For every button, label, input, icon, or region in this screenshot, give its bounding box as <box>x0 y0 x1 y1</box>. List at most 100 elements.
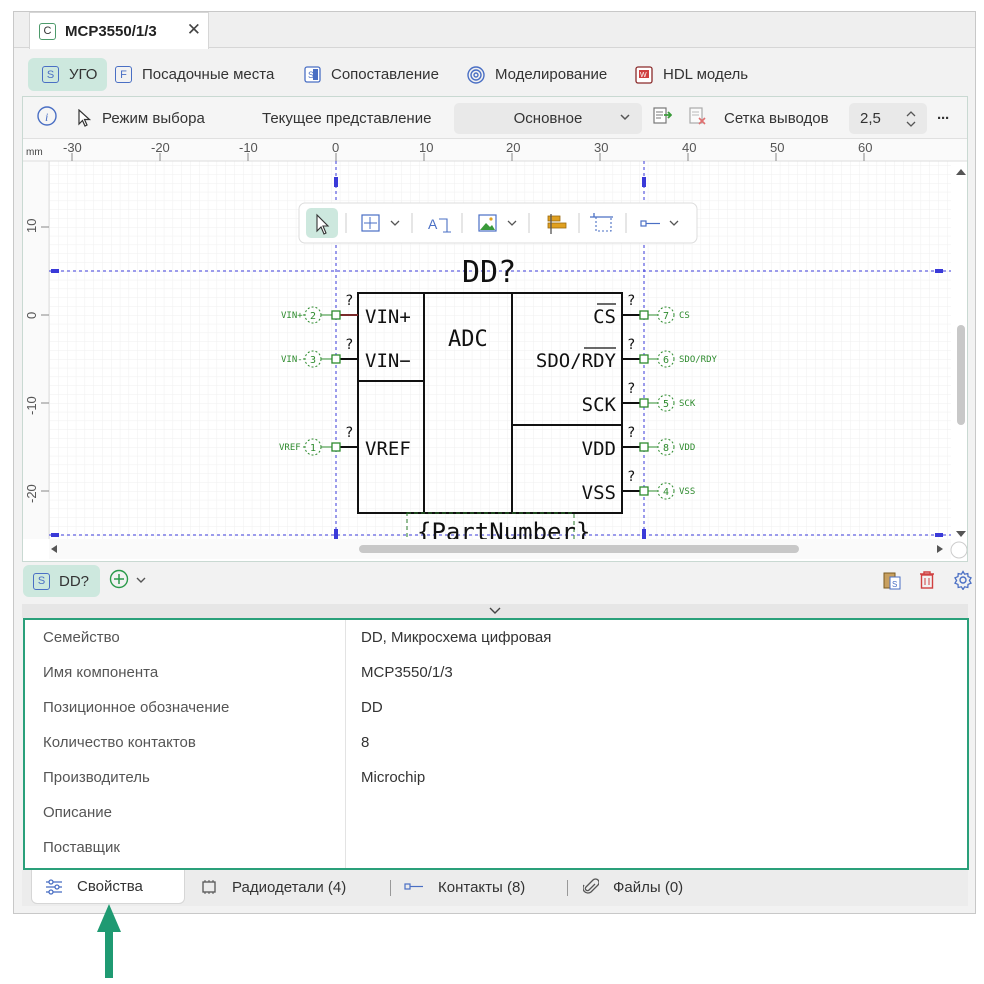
panel-collapse-handle[interactable] <box>22 604 968 618</box>
property-key: Описание <box>43 804 113 821</box>
pin-unknown-mark: ? <box>627 293 635 309</box>
current-view-value: Основное <box>513 110 583 127</box>
document-tab[interactable]: C MCP3550/1/3 ✕ <box>29 12 209 49</box>
property-row: Описание <box>25 795 967 830</box>
floating-toolbar: A <box>298 202 698 244</box>
tab-modeling[interactable]: Моделирование <box>467 58 607 91</box>
close-icon[interactable]: ✕ <box>187 21 201 38</box>
tab-footprints[interactable]: F Посадочные места <box>115 58 274 91</box>
pin-number: 2 <box>310 311 316 322</box>
property-key: Количество контактов <box>43 734 196 751</box>
drawing-canvas[interactable]: mm -30 -20 -10 0 10 20 30 40 50 60 10 0 … <box>23 139 967 561</box>
ruler-x-label: 40 <box>682 140 696 155</box>
property-value[interactable]: DD <box>361 699 383 716</box>
add-view-button[interactable] <box>652 97 673 139</box>
tab-ugo[interactable]: S УГО <box>28 58 108 91</box>
document-title: MCP3550/1/3 <box>65 22 157 40</box>
pin-number: 7 <box>663 311 669 322</box>
pin-number: 3 <box>310 355 316 366</box>
trash-icon <box>918 571 936 594</box>
property-key: Позиционное обозначение <box>43 699 230 716</box>
core-label: ADC <box>448 327 488 352</box>
tab-mapping[interactable]: S Сопоставление <box>304 58 439 91</box>
settings-button[interactable] <box>953 570 973 595</box>
property-key: Производитель <box>43 769 150 786</box>
pin-grid-label: Сетка выводов <box>724 109 829 127</box>
pin-number: 6 <box>663 355 669 366</box>
horizontal-scrollbar[interactable] <box>49 539 967 559</box>
mapping-icon: S <box>304 66 321 83</box>
delete-component-button[interactable] <box>918 570 936 595</box>
select-mode-button[interactable]: Режим выбора <box>77 97 205 139</box>
ruler-x-label: 50 <box>770 140 784 155</box>
select-mode-label: Режим выбора <box>102 109 205 127</box>
ruler-x-label: 60 <box>858 140 872 155</box>
cursor-icon <box>77 109 92 127</box>
tab-label: HDL модель <box>663 66 749 83</box>
property-key: Имя компонента <box>43 664 159 681</box>
ruler-x-label: 0 <box>332 140 339 155</box>
component-label: DD? <box>59 572 90 590</box>
property-row: Количество контактов 8 <box>25 725 967 760</box>
pin-number: 8 <box>663 443 669 454</box>
tab-radio-parts[interactable]: Радиодетали (4) <box>200 870 346 904</box>
tab-properties[interactable]: Свойства <box>31 870 185 904</box>
current-view-select[interactable]: Основное <box>454 103 642 134</box>
tab-label: УГО <box>69 66 98 83</box>
property-key: Поставщик <box>43 839 120 856</box>
vertical-scrollbar[interactable] <box>956 169 966 537</box>
ruler-y-label: 10 <box>24 219 39 233</box>
ruler-unit: mm <box>26 147 43 158</box>
pin-net: VSS <box>679 487 695 497</box>
pin-grid-stepper[interactable]: 2,5 <box>849 103 927 134</box>
ruler-y-label: 0 <box>24 312 39 319</box>
refdes-label[interactable]: DD? <box>462 255 516 290</box>
property-row: Позиционное обозначение DD <box>25 690 967 725</box>
pin-net: SDO/RDY <box>679 355 718 365</box>
pin-net: VIN- <box>281 355 303 365</box>
symbol-icon: S <box>42 66 59 83</box>
tab-hdl-model[interactable]: W HDL модель <box>635 58 748 91</box>
pin-name: VIN+ <box>365 306 411 328</box>
ruler-x-label: 20 <box>506 140 520 155</box>
paste-button[interactable]: S <box>882 570 902 595</box>
property-value[interactable]: MCP3550/1/3 <box>361 664 453 681</box>
component-doc-icon: C <box>39 22 56 40</box>
tab-label: Сопоставление <box>331 66 439 83</box>
property-value[interactable]: 8 <box>361 734 369 751</box>
pin-net: CS <box>679 311 690 321</box>
symbol-icon: S <box>33 572 50 590</box>
more-button[interactable]: ··· <box>937 97 950 139</box>
pin-unknown-mark: ? <box>345 425 353 441</box>
pin-number: 1 <box>310 443 316 454</box>
component-tag[interactable]: S DD? <box>23 565 100 597</box>
arrow-up-icon <box>97 904 121 978</box>
stepper-arrows-icon[interactable] <box>905 109 917 133</box>
pin-name: SDO/RDY <box>536 350 617 372</box>
delete-view-button[interactable] <box>687 97 707 139</box>
document-tab-bar: C MCP3550/1/3 ✕ <box>14 12 975 49</box>
pin-unknown-mark: ? <box>627 381 635 397</box>
tab-label: Контакты (8) <box>438 878 526 896</box>
property-row: Семейство DD, Микросхема цифровая <box>25 620 967 655</box>
add-component-button[interactable] <box>109 569 147 594</box>
property-value[interactable]: DD, Микросхема цифровая <box>361 629 551 646</box>
ruler-x-label: -20 <box>151 140 170 155</box>
tab-contacts[interactable]: Контакты (8) <box>404 870 525 904</box>
property-row: Производитель Microchip <box>25 760 967 795</box>
chevron-down-icon <box>618 110 632 128</box>
pin-name: VIN− <box>365 350 411 372</box>
plus-circle-icon <box>109 569 129 594</box>
ruler-x-label: 30 <box>594 140 608 155</box>
tab-separator <box>390 880 391 896</box>
pin-name: VSS <box>582 482 616 504</box>
paperclip-icon <box>583 878 599 896</box>
chip-icon <box>200 879 218 895</box>
tab-label: Свойства <box>77 878 143 895</box>
info-button[interactable]: i <box>37 97 57 139</box>
pin-unknown-mark: ? <box>627 425 635 441</box>
tab-files[interactable]: Файлы (0) <box>583 870 683 904</box>
tab-separator <box>567 880 568 896</box>
property-value[interactable]: Microchip <box>361 769 425 786</box>
pin-unknown-mark: ? <box>627 469 635 485</box>
